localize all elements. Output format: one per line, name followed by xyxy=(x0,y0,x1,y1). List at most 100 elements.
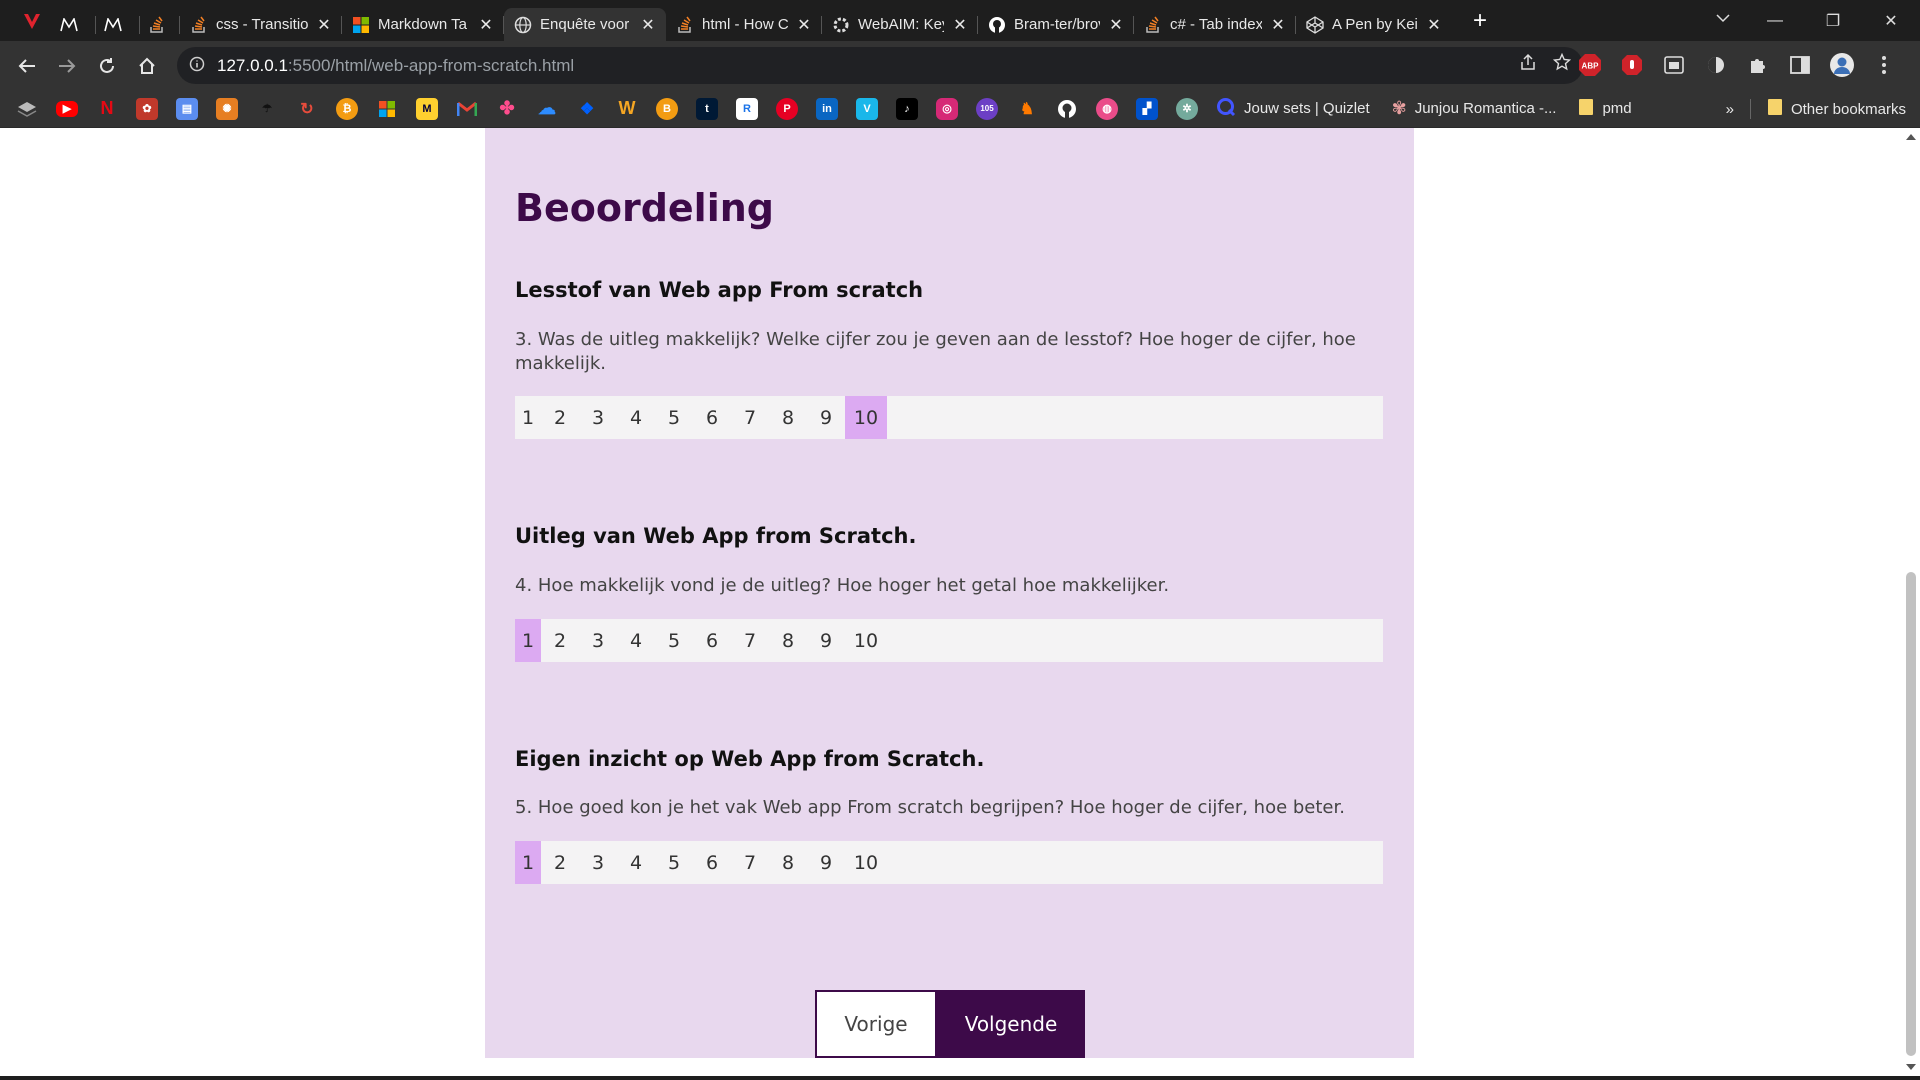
bookmark-quizlet[interactable]: Jouw sets | Quizlet xyxy=(1216,97,1370,121)
bookmark-junjou-romantica[interactable]: ✾ Junjou Romantica -... xyxy=(1392,98,1557,119)
tab-9[interactable]: Bram-ter/brov ✕ xyxy=(978,8,1134,41)
rating-option-2[interactable]: 2 xyxy=(541,396,579,439)
linkedin-icon[interactable]: in xyxy=(816,97,838,120)
tumblr-icon[interactable]: t xyxy=(696,97,718,120)
extensions-puzzle-icon[interactable] xyxy=(1744,51,1772,79)
rating-option-8[interactable]: 8 xyxy=(769,841,807,884)
rating-option-7[interactable]: 7 xyxy=(731,396,769,439)
bitcoin-icon[interactable]: ₿ xyxy=(336,97,358,120)
orange-b-icon[interactable]: B xyxy=(656,97,678,120)
dropbox-icon[interactable]: ❖ xyxy=(576,98,598,120)
address-bar[interactable]: 127.0.0.1:5500/html/web-app-from-scratch… xyxy=(177,47,1583,84)
tab-6-active[interactable]: Enquête voor ✕ xyxy=(504,8,666,41)
rating-option-1[interactable]: 1 xyxy=(515,396,541,439)
site-info-icon[interactable] xyxy=(177,56,217,76)
rating-option-1[interactable]: 1 xyxy=(515,619,541,662)
pinwheel-icon[interactable]: ✤ xyxy=(496,98,518,120)
stop-hand-icon[interactable] xyxy=(1618,51,1646,79)
close-icon[interactable]: ✕ xyxy=(1108,15,1124,35)
other-bookmarks-folder[interactable]: Other bookmarks xyxy=(1767,98,1906,120)
rating-option-6[interactable]: 6 xyxy=(693,841,731,884)
tab-8[interactable]: WebAIM: Keyl ✕ xyxy=(822,8,978,41)
rating-option-10[interactable]: 10 xyxy=(845,841,887,884)
webtoon-icon[interactable]: ✿ xyxy=(136,97,158,120)
rating-option-1[interactable]: 1 xyxy=(515,841,541,884)
rating-option-2[interactable]: 2 xyxy=(541,841,579,884)
home-icon[interactable] xyxy=(127,46,167,86)
menu-kebab-icon[interactable] xyxy=(1870,51,1898,79)
notes-icon[interactable]: ▤ xyxy=(176,97,198,120)
rating-option-2[interactable]: 2 xyxy=(541,619,579,662)
rating-option-3[interactable]: 3 xyxy=(579,841,617,884)
forward-arrow-icon[interactable] xyxy=(47,46,87,86)
tab-4[interactable]: css - Transition ✕ xyxy=(180,8,342,41)
tab-11[interactable]: A Pen by Keis ✕ xyxy=(1296,8,1452,41)
previous-button[interactable]: Vorige xyxy=(815,990,937,1058)
more-bookmarks-chevron[interactable]: » xyxy=(1726,101,1734,118)
tab-2[interactable] xyxy=(96,8,140,41)
rating-option-7[interactable]: 7 xyxy=(731,619,769,662)
side-panel-icon[interactable] xyxy=(1786,51,1814,79)
w-icon[interactable]: W xyxy=(616,98,638,120)
dark-mode-icon[interactable] xyxy=(1702,51,1730,79)
vimeo-icon[interactable]: V xyxy=(856,97,878,120)
radio-105-icon[interactable]: 105 xyxy=(976,97,998,120)
new-tab-plus-icon[interactable]: + xyxy=(1466,7,1494,35)
rating-option-6[interactable]: 6 xyxy=(693,396,731,439)
page-scrollbar[interactable] xyxy=(1902,128,1920,1076)
r-icon[interactable]: R xyxy=(736,97,758,120)
rating-option-6[interactable]: 6 xyxy=(693,619,731,662)
close-icon[interactable]: ✕ xyxy=(952,15,968,35)
reload-icon[interactable] xyxy=(87,46,127,86)
back-arrow-icon[interactable] xyxy=(7,46,47,86)
rating-option-8[interactable]: 8 xyxy=(769,619,807,662)
next-button[interactable]: Volgende xyxy=(937,990,1085,1058)
share-icon[interactable] xyxy=(1519,53,1537,76)
tab-3[interactable] xyxy=(140,8,180,41)
jira-icon[interactable]: ▞ xyxy=(1136,97,1158,120)
cloud-icon[interactable]: ☁ xyxy=(536,98,558,120)
close-icon[interactable]: ✕ xyxy=(316,15,332,35)
tiktok-icon[interactable]: ♪ xyxy=(896,97,918,120)
fox-icon[interactable]: ♞ xyxy=(1016,98,1038,120)
pinterest-icon[interactable]: P xyxy=(776,97,798,120)
art-icon[interactable]: ✺ xyxy=(216,97,238,120)
youtube-icon[interactable]: ▶ xyxy=(56,100,78,117)
gmail-icon[interactable] xyxy=(456,98,478,120)
rating-option-9[interactable]: 9 xyxy=(807,841,845,884)
close-icon[interactable]: ✕ xyxy=(1270,15,1286,35)
bookmark-folder-pmd[interactable]: pmd xyxy=(1578,98,1632,120)
rating-option-3[interactable]: 3 xyxy=(579,619,617,662)
refresh-red-icon[interactable]: ↻ xyxy=(296,98,318,120)
rating-option-4[interactable]: 4 xyxy=(617,396,655,439)
scrollbar-thumb[interactable] xyxy=(1906,572,1916,1056)
vivaldi-logo-icon[interactable] xyxy=(12,0,52,41)
dribbble-icon[interactable]: ◍ xyxy=(1096,97,1118,120)
rating-option-5[interactable]: 5 xyxy=(655,396,693,439)
rating-option-4[interactable]: 4 xyxy=(617,841,655,884)
scroll-up-arrow-icon[interactable] xyxy=(1906,134,1916,140)
window-capture-icon[interactable] xyxy=(1660,51,1688,79)
adblock-plus-icon[interactable]: ABP xyxy=(1576,51,1604,79)
rating-option-7[interactable]: 7 xyxy=(731,841,769,884)
star-bookmark-icon[interactable] xyxy=(1552,52,1572,76)
tab-7[interactable]: html - How C ✕ xyxy=(666,8,822,41)
instagram-icon[interactable]: ◎ xyxy=(936,97,958,120)
microsoft-icon[interactable] xyxy=(376,98,398,120)
rating-option-10[interactable]: 10 xyxy=(845,619,887,662)
profile-avatar-icon[interactable] xyxy=(1828,51,1856,79)
tab-search-chevron-icon[interactable] xyxy=(1716,10,1730,26)
umbrella-icon[interactable]: ☂ xyxy=(256,98,278,120)
close-icon[interactable]: ✕ xyxy=(478,15,494,35)
rating-option-3[interactable]: 3 xyxy=(579,396,617,439)
miro-icon[interactable]: M xyxy=(416,97,438,120)
rating-option-5[interactable]: 5 xyxy=(655,841,693,884)
netflix-icon[interactable]: N xyxy=(96,98,118,120)
layers-icon[interactable] xyxy=(16,98,38,120)
restore-icon[interactable]: ❐ xyxy=(1804,11,1862,31)
rating-option-9[interactable]: 9 xyxy=(807,396,845,439)
tab-10[interactable]: c# - Tab index ✕ xyxy=(1134,8,1296,41)
close-icon[interactable]: ✕ xyxy=(796,15,812,35)
rating-option-5[interactable]: 5 xyxy=(655,619,693,662)
chatgpt-icon[interactable]: ✲ xyxy=(1176,97,1198,120)
